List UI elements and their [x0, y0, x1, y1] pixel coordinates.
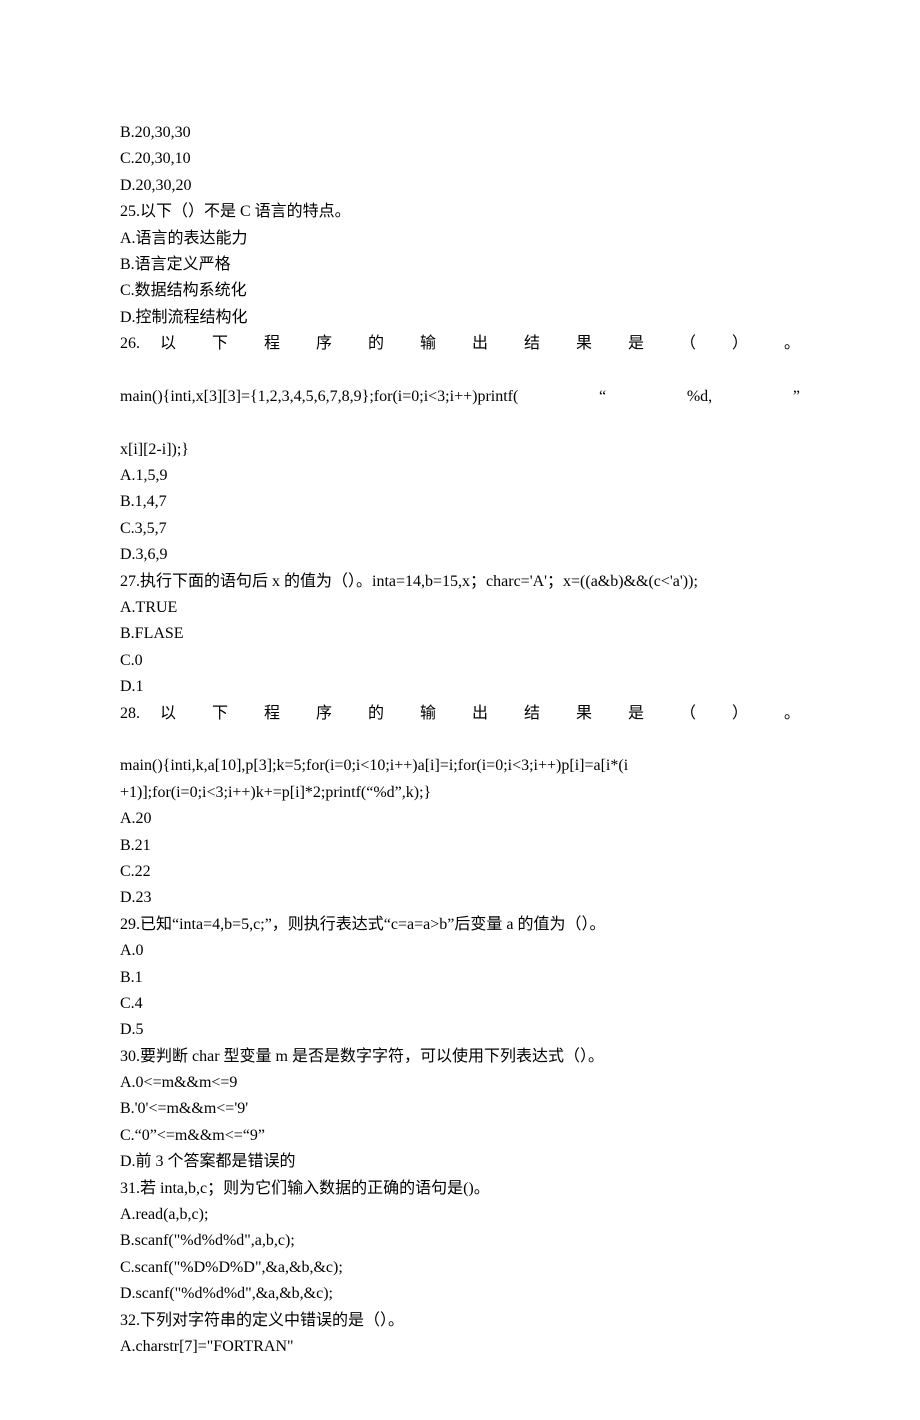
text-line: D.1	[120, 674, 800, 700]
text-line: D.3,6,9	[120, 542, 800, 568]
text-line: A.1,5,9	[120, 463, 800, 489]
text-line: C.scanf("%D%D%D",&a,&b,&c);	[120, 1255, 800, 1281]
text-line: 27.执行下面的语句后 x 的值为（）。inta=14,b=15,x；charc…	[120, 569, 800, 595]
text-line: A.0<=m&&m<=9	[120, 1070, 800, 1096]
text-line: +1)];for(i=0;i<3;i++)k+=p[i]*2;printf(“%…	[120, 780, 800, 806]
text-line: 26. 以 下 程 序 的 输 出 结 果 是 （ ） 。	[120, 331, 800, 384]
text-line: D.20,30,20	[120, 173, 800, 199]
text-line: C.20,30,10	[120, 146, 800, 172]
text-line: B.scanf("%d%d%d",a,b,c);	[120, 1228, 800, 1254]
text-line: B.语言定义严格	[120, 252, 800, 278]
text-line: 32.下列对字符串的定义中错误的是（）。	[120, 1308, 800, 1334]
text-line: 31.若 inta,b,c；则为它们输入数据的正确的语句是()。	[120, 1176, 800, 1202]
text-line: main(){inti,x[3][3]={1,2,3,4,5,6,7,8,9};…	[120, 384, 800, 437]
text-line: A.0	[120, 938, 800, 964]
text-line: B.20,30,30	[120, 120, 800, 146]
text-line: C.22	[120, 859, 800, 885]
text-line: C.4	[120, 991, 800, 1017]
text-line: B.1	[120, 965, 800, 991]
text-line: C.3,5,7	[120, 516, 800, 542]
text-line: C.“0”<=m&&m<=“9”	[120, 1123, 800, 1149]
document-content: B.20,30,30C.20,30,10D.20,30,2025.以下（）不是 …	[120, 120, 800, 1360]
text-line: D.控制流程结构化	[120, 305, 800, 331]
text-line: A.语言的表达能力	[120, 226, 800, 252]
text-line: B.1,4,7	[120, 489, 800, 515]
text-line: A.charstr[7]="FORTRAN"	[120, 1334, 800, 1360]
text-line: main(){inti,k,a[10],p[3];k=5;for(i=0;i<1…	[120, 753, 800, 779]
text-line: B.'0'<=m&&m<='9'	[120, 1096, 800, 1122]
text-line: 25.以下（）不是 C 语言的特点。	[120, 199, 800, 225]
text-line: A.20	[120, 806, 800, 832]
document-page: B.20,30,30C.20,30,10D.20,30,2025.以下（）不是 …	[0, 0, 920, 1420]
text-line: B.FLASE	[120, 621, 800, 647]
text-line: A.TRUE	[120, 595, 800, 621]
text-line: 30.要判断 char 型变量 m 是否是数字字符，可以使用下列表达式（）。	[120, 1044, 800, 1070]
text-line: 28. 以 下 程 序 的 输 出 结 果 是 （ ） 。	[120, 701, 800, 754]
text-line: D.5	[120, 1017, 800, 1043]
text-line: C.0	[120, 648, 800, 674]
text-line: A.read(a,b,c);	[120, 1202, 800, 1228]
text-line: D.前 3 个答案都是错误的	[120, 1149, 800, 1175]
text-line: x[i][2-i]);}	[120, 437, 800, 463]
text-line: C.数据结构系统化	[120, 278, 800, 304]
text-line: D.scanf("%d%d%d",&a,&b,&c);	[120, 1281, 800, 1307]
text-line: 29.已知“inta=4,b=5,c;”，则执行表达式“c=a=a>b”后变量 …	[120, 912, 800, 938]
text-line: D.23	[120, 885, 800, 911]
text-line: B.21	[120, 833, 800, 859]
